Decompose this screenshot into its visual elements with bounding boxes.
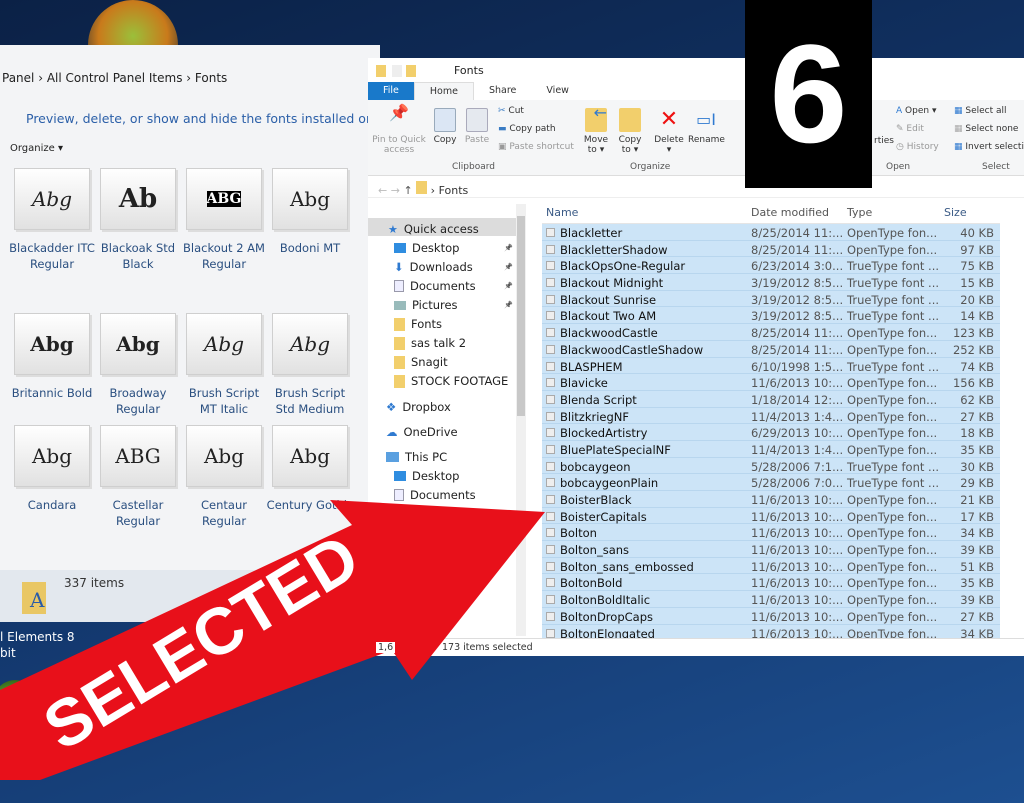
item-count: 1,6 bbox=[376, 642, 396, 653]
selected-arrow-overlay: SELECTED bbox=[0, 500, 545, 780]
selected-count: 173 items selected bbox=[442, 642, 533, 653]
